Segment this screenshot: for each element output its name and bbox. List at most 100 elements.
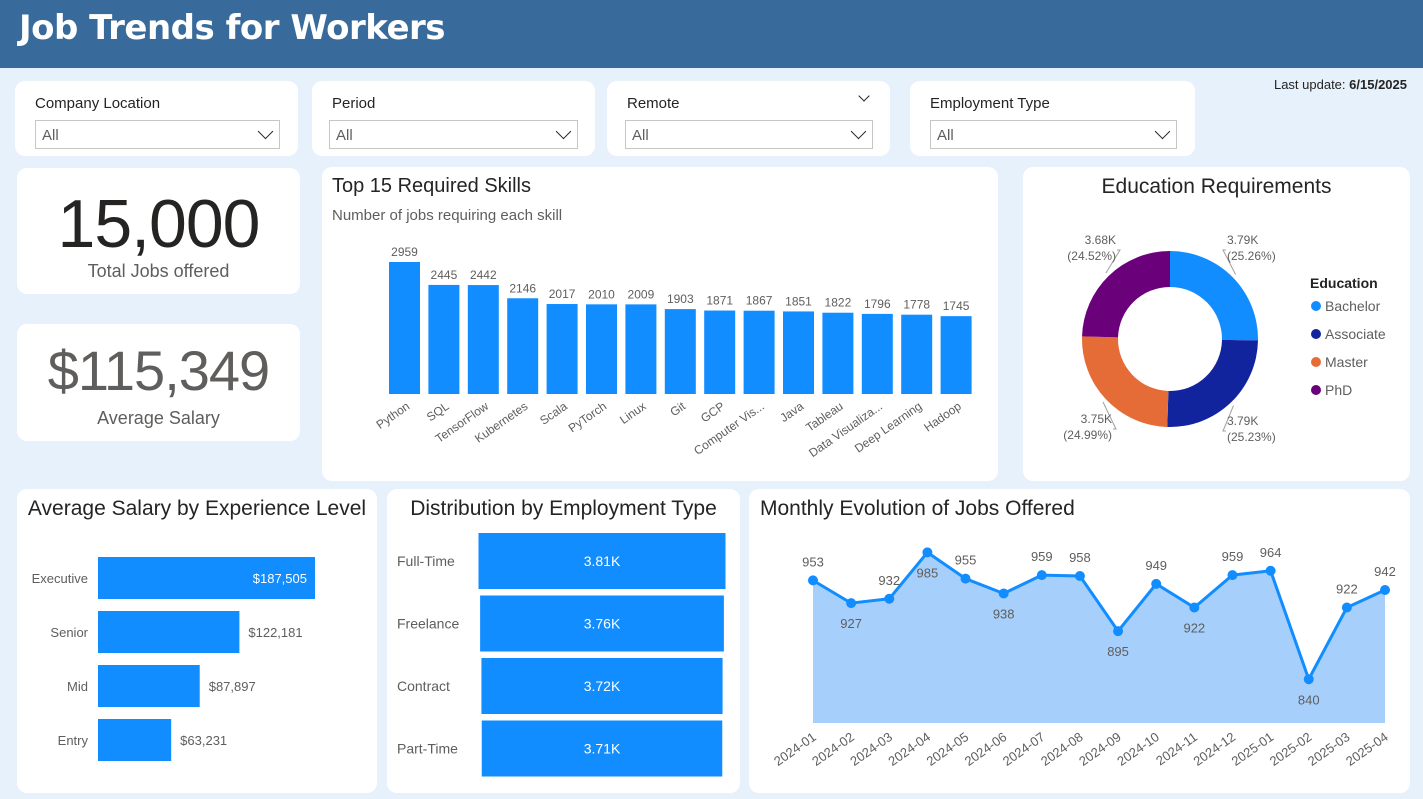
donut-slice — [1170, 251, 1258, 341]
last-update-value: 6/15/2025 — [1349, 77, 1407, 92]
x-tick-label: 2024-07 — [1000, 729, 1048, 769]
slice-percent-label: (25.26%) — [1227, 249, 1276, 263]
data-point — [884, 593, 895, 604]
skill-bar — [664, 309, 696, 394]
point-data-label: 985 — [917, 565, 939, 580]
y-tick-label: Freelance — [397, 616, 459, 632]
x-tick-label: Linux — [617, 399, 649, 427]
slicer-employment-type: Employment Type All — [910, 81, 1195, 156]
data-point — [1151, 578, 1162, 589]
point-data-label: 959 — [1222, 549, 1244, 564]
experience-bar — [98, 611, 240, 653]
data-point — [1227, 570, 1238, 581]
slice-percent-label: (24.52%) — [1067, 249, 1116, 263]
experience-bar — [98, 665, 200, 707]
donut-slice — [1082, 251, 1170, 338]
y-tick-label: Contract — [397, 678, 450, 694]
header-bar: Job Trends for Workers — [0, 0, 1423, 68]
company-location-dropdown[interactable]: All — [35, 120, 280, 149]
skill-bar — [901, 314, 933, 394]
x-tick-label: 2025-03 — [1305, 729, 1353, 769]
slicer-title: Company Location — [35, 95, 161, 112]
point-data-label: 942 — [1374, 564, 1396, 579]
skills-bar-chart: 2959Python2445SQL2442TensorFlow2146Kuber… — [374, 245, 972, 460]
skill-bar — [389, 262, 420, 394]
slicer-remote: Remote All — [607, 81, 890, 156]
x-tick-label: 2024-09 — [1076, 729, 1124, 769]
bar-data-label: $187,505 — [253, 571, 307, 586]
skill-bar — [940, 316, 972, 394]
period-dropdown[interactable]: All — [329, 120, 578, 149]
remote-dropdown[interactable]: All — [625, 120, 873, 149]
data-point — [1303, 674, 1314, 685]
employment-bar-chart: Full-Time 3.81K Freelance 3.76K Contract 3.72… — [397, 533, 726, 777]
x-tick-label: 2024-01 — [771, 729, 819, 769]
point-data-label: 949 — [1145, 558, 1167, 573]
dropdown-value: All — [937, 127, 954, 144]
last-update-label: Last update: — [1273, 77, 1346, 92]
point-data-label: 922 — [1336, 582, 1358, 597]
data-point — [1036, 570, 1047, 581]
legend-entry: Master — [1325, 354, 1368, 370]
x-tick-label: 2024-03 — [847, 729, 895, 769]
bar-data-label: 2442 — [470, 268, 497, 282]
skills-chart-card: Top 15 Required Skills Number of jobs re… — [322, 167, 998, 481]
y-tick-label: Senior — [50, 625, 88, 640]
slicer-period: Period All — [312, 81, 595, 156]
bar-data-label: 1871 — [706, 294, 733, 308]
data-point — [1113, 626, 1124, 637]
chevron-down-icon[interactable] — [858, 90, 870, 102]
legend-entry: Bachelor — [1325, 298, 1381, 314]
page-title: Job Trends for Workers — [19, 8, 446, 48]
employment-chart-card: Distribution by Employment Type Full-Tim… — [387, 489, 740, 793]
skill-bar — [586, 304, 617, 394]
slice-percent-label: (24.99%) — [1063, 428, 1112, 442]
data-point — [1074, 571, 1085, 581]
legend-title: Education — [1310, 275, 1378, 291]
x-tick-label: GCP — [698, 399, 727, 425]
bar-data-label: 1822 — [825, 296, 852, 310]
x-tick-label: 2024-10 — [1114, 729, 1162, 769]
chevron-down-icon — [850, 123, 867, 140]
kpi-label: Total Jobs offered — [87, 261, 230, 281]
x-tick-label: PyTorch — [566, 399, 610, 435]
experience-bar — [98, 719, 172, 761]
data-point — [1265, 565, 1276, 576]
x-tick-label: Hadoop — [921, 399, 964, 435]
bar-data-label: 1796 — [864, 297, 891, 311]
bar-data-label: 2146 — [509, 281, 536, 295]
point-data-label: 895 — [1107, 644, 1129, 659]
point-data-label: 840 — [1298, 692, 1320, 707]
data-point — [846, 598, 857, 609]
skill-bar — [625, 304, 657, 394]
employment-type-dropdown[interactable]: All — [930, 120, 1177, 149]
dropdown-value: All — [632, 127, 649, 144]
point-data-label: 922 — [1183, 621, 1205, 636]
point-data-label: 959 — [1031, 549, 1053, 564]
skill-bar — [704, 310, 736, 394]
x-tick-label: 2024-08 — [1038, 729, 1086, 769]
y-tick-label: Full-Time — [397, 553, 455, 569]
x-tick-label: SQL — [424, 399, 452, 424]
x-tick-label: Java — [777, 399, 806, 425]
x-tick-label: Computer Vis... — [691, 399, 767, 458]
x-tick-label: 2025-02 — [1267, 729, 1315, 769]
skill-bar — [861, 313, 893, 394]
y-tick-label: Mid — [67, 679, 88, 694]
x-tick-label: 2024-12 — [1190, 729, 1238, 769]
bar-data-label: 2445 — [431, 268, 458, 282]
slicer-company-location: Company Location All — [15, 81, 298, 156]
data-point — [1341, 602, 1352, 613]
slicer-title: Remote — [627, 95, 680, 112]
kpi-value: $115,349 — [47, 339, 270, 402]
bar-data-label: 3.71K — [584, 741, 621, 757]
skill-bar — [428, 284, 460, 394]
legend-marker — [1311, 357, 1321, 367]
dropdown-value: All — [336, 127, 353, 144]
x-tick-label: 2024-04 — [885, 729, 933, 769]
x-tick-label: 2024-02 — [809, 729, 857, 769]
chevron-down-icon — [555, 123, 572, 140]
skill-bar — [783, 311, 814, 394]
point-data-label: 953 — [802, 554, 824, 569]
legend-marker — [1311, 301, 1321, 311]
